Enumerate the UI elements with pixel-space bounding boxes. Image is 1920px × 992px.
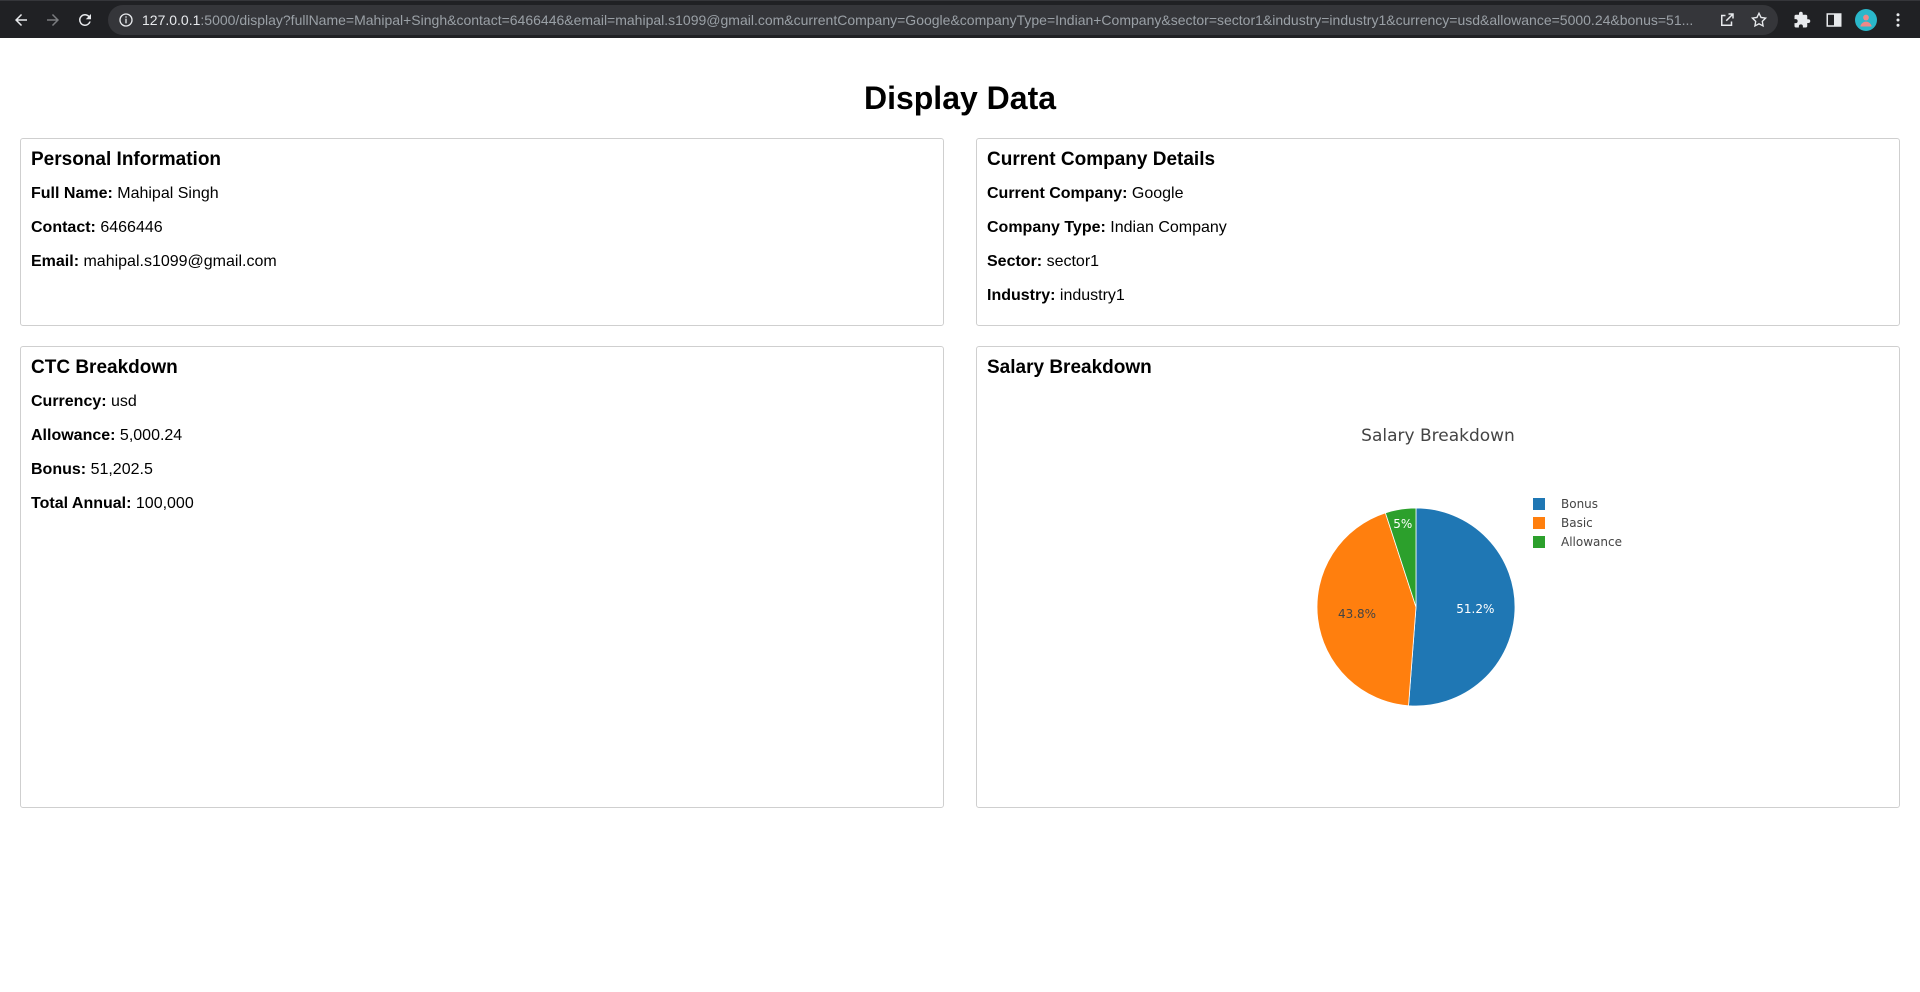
card-heading: Personal Information	[31, 149, 222, 170]
address-bar[interactable]: 127.0.0.1:5000/display?fullName=Mahipal+…	[108, 4, 1778, 35]
current-company-value: Google	[1131, 185, 1184, 202]
puzzle-icon	[1794, 11, 1811, 27]
legend-item-allowance[interactable]: Allowance	[1533, 535, 1622, 549]
legend-swatch	[1533, 536, 1545, 548]
extensions-button[interactable]	[1786, 5, 1818, 35]
email-value: mahipal.s1099@gmail.com	[83, 253, 277, 270]
legend-swatch	[1533, 517, 1545, 529]
reload-icon	[78, 13, 91, 26]
side-panel-button[interactable]	[1818, 5, 1850, 35]
info-icon[interactable]	[118, 12, 134, 28]
field-label: Total Annual:	[31, 495, 132, 512]
allowance-field: Allowance: 5,000.24	[31, 427, 933, 445]
field-label: Current Company:	[987, 185, 1128, 202]
side-panel-icon	[1826, 12, 1842, 27]
url-path: :5000/display?fullName=Mahipal+Singh&con…	[200, 11, 1694, 28]
url-text[interactable]: 127.0.0.1:5000/display?fullName=Mahipal+…	[142, 12, 1704, 28]
sector-value: sector1	[1046, 253, 1100, 270]
total-annual-field: Total Annual: 100,000	[31, 495, 933, 513]
currency-field: Currency: usd	[31, 393, 933, 411]
field-label: Currency:	[31, 393, 107, 410]
card-heading: Current Company Details	[987, 149, 1216, 170]
sector-field: Sector: sector1	[987, 253, 1889, 271]
legend-label: Bonus	[1561, 497, 1598, 511]
field-label: Sector:	[987, 253, 1043, 270]
share-icon[interactable]	[1718, 11, 1736, 29]
field-label: Allowance:	[31, 427, 116, 444]
pie-slice-label: 5%	[1393, 517, 1412, 531]
total-annual-value: 100,000	[135, 495, 194, 512]
forward-arrow-icon	[47, 13, 59, 26]
legend-swatch	[1533, 498, 1545, 510]
page-title: Display Data	[863, 80, 1057, 116]
allowance-value: 5,000.24	[119, 427, 183, 444]
company-type-value: Indian Company	[1110, 219, 1227, 236]
chart-title: Salary Breakdown	[1361, 426, 1515, 446]
full-name-field: Full Name: Mahipal Singh	[31, 185, 933, 203]
industry-field: Industry: industry1	[987, 287, 1889, 305]
contact-field: Contact: 6466446	[31, 219, 933, 237]
reload-button[interactable]	[70, 5, 100, 35]
contact-value: 6466446	[100, 219, 163, 236]
browser-toolbar: 127.0.0.1:5000/display?fullName=Mahipal+…	[0, 0, 1920, 38]
pie-slice-label: 43.8%	[1338, 607, 1376, 621]
back-arrow-icon	[15, 13, 27, 26]
email-field: Email: mahipal.s1099@gmail.com	[31, 253, 933, 271]
field-label: Company Type:	[987, 219, 1106, 236]
legend-item-bonus[interactable]: Bonus	[1533, 497, 1598, 511]
ctc-breakdown-card: CTC Breakdown Currency: usd Allowance: 5…	[20, 346, 944, 808]
full-name-value: Mahipal Singh	[117, 185, 219, 202]
legend-label: Allowance	[1561, 535, 1622, 549]
current-company-field: Current Company: Google	[987, 185, 1889, 203]
bookmark-star-icon[interactable]	[1750, 11, 1768, 29]
profile-button[interactable]	[1850, 5, 1882, 35]
field-label: Contact:	[31, 219, 96, 236]
field-label: Full Name:	[31, 185, 113, 202]
card-heading: CTC Breakdown	[31, 357, 178, 378]
forward-button[interactable]	[38, 5, 68, 35]
avatar	[1855, 8, 1877, 31]
industry-value: industry1	[1059, 287, 1125, 304]
personal-information-card: Personal Information Full Name: Mahipal …	[20, 138, 944, 326]
field-label: Bonus:	[31, 461, 87, 478]
field-label: Industry:	[987, 287, 1056, 304]
url-host: 127.0.0.1	[142, 11, 201, 28]
bonus-field: Bonus: 51,202.5	[31, 461, 933, 479]
currency-value: usd	[111, 393, 137, 410]
back-button[interactable]	[6, 5, 36, 35]
legend-item-basic[interactable]: Basic	[1533, 516, 1593, 530]
menu-button[interactable]	[1882, 5, 1914, 35]
pie-slice-label: 51.2%	[1456, 602, 1494, 616]
field-label: Email:	[31, 253, 80, 270]
salary-pie-chart[interactable]: Salary Breakdown 51.2% 43.8% 5% Bonus Basic Al…	[977, 347, 1899, 807]
salary-breakdown-card: Salary Breakdown Salary Breakdown 51.2% 43…	[976, 346, 1900, 808]
profile-icon	[1860, 14, 1872, 27]
company-type-field: Company Type: Indian Company	[987, 219, 1889, 237]
company-details-card: Current Company Details Current Company:…	[976, 138, 1900, 326]
bonus-value: 51,202.5	[90, 461, 153, 478]
kebab-menu-icon	[1896, 12, 1900, 27]
page: Display Data Personal Information Full N…	[0, 38, 1920, 992]
legend-label: Basic	[1561, 516, 1593, 530]
